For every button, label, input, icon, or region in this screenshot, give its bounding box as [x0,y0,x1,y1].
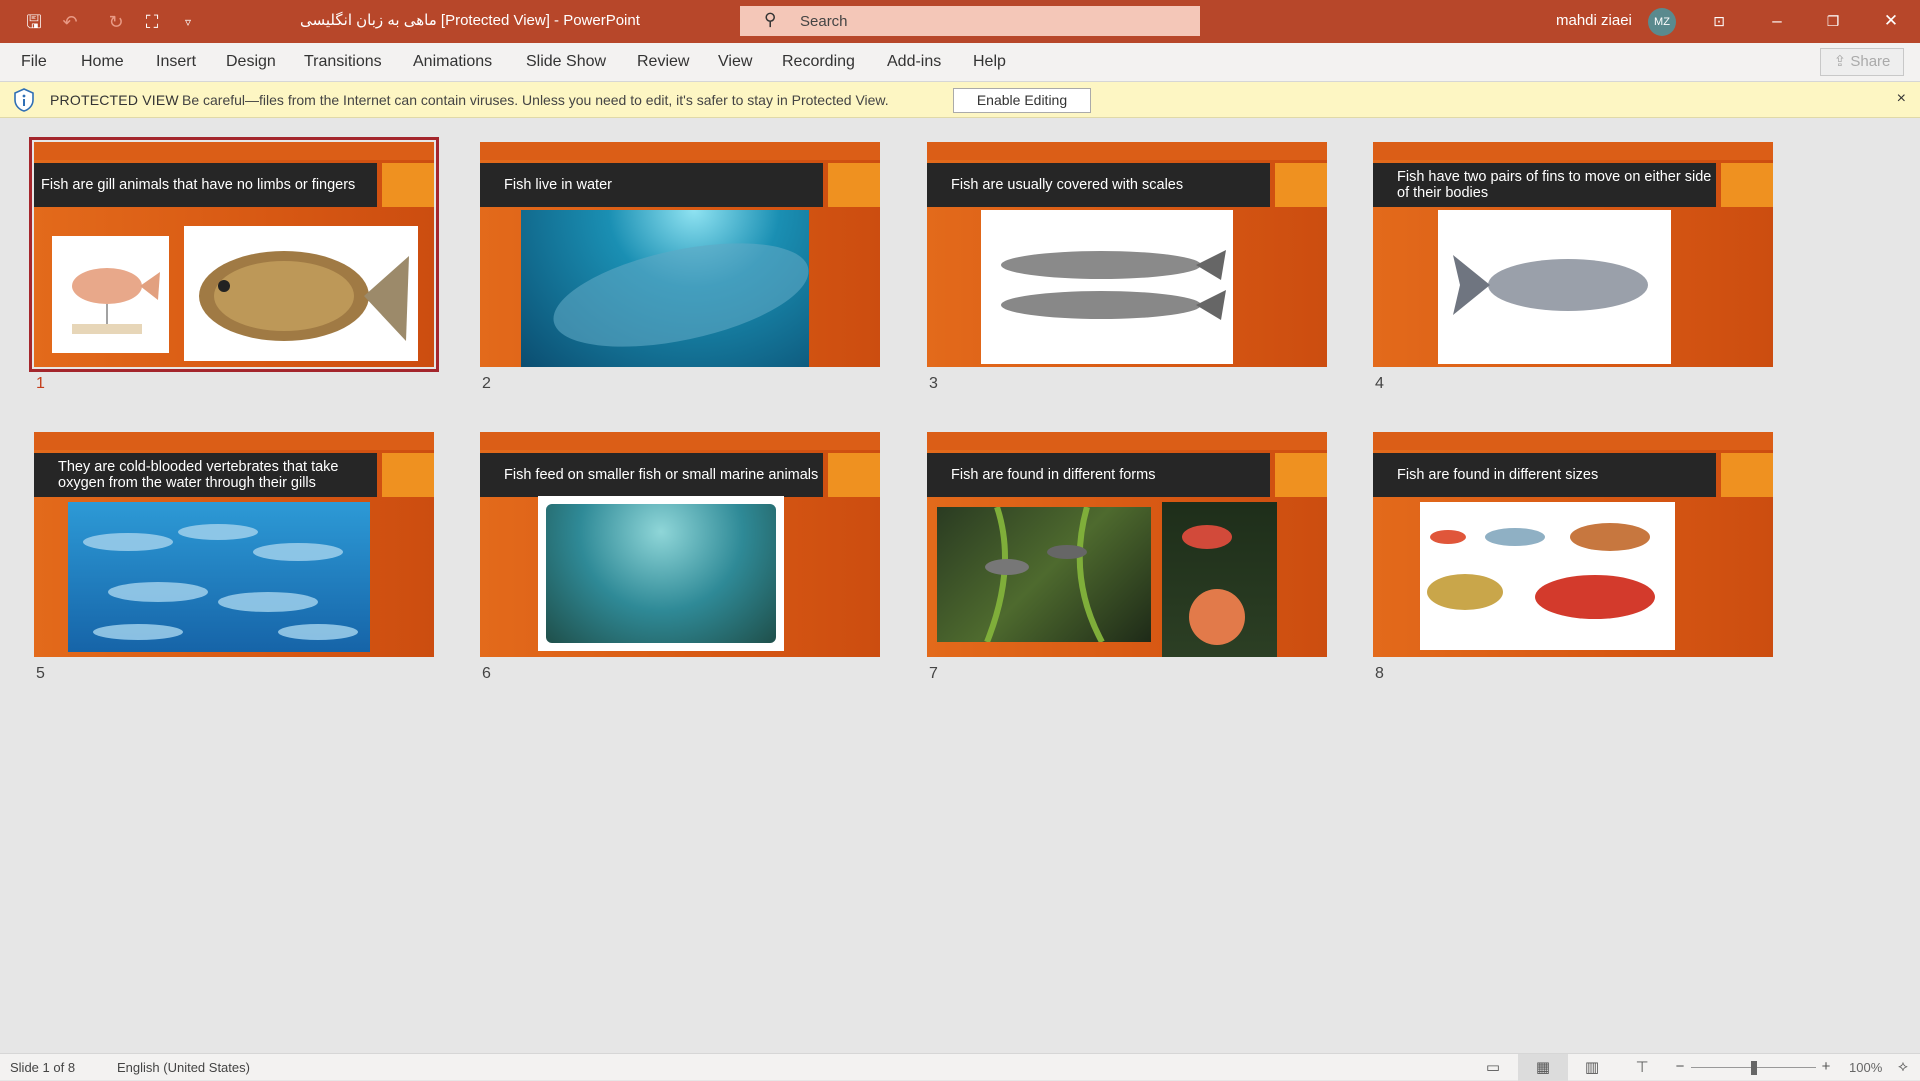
slide-sorter-icon[interactable]: ▦ [1533,1058,1553,1076]
fish-photo-image [184,226,418,361]
tab-transitions[interactable]: Transitions [304,53,382,71]
slide-number: 5 [36,665,45,682]
slide-thumbnail-7[interactable]: Fish are found in different forms [927,432,1327,657]
slide-title: Fish are usually covered with scales [927,163,1270,207]
slide-title: Fish are found in different sizes [1373,453,1716,497]
tab-review[interactable]: Review [637,53,689,71]
close-icon[interactable]: ✕ [1876,8,1906,34]
slide-number: 4 [1375,375,1384,392]
slide-number: 6 [482,665,491,682]
restore-icon[interactable]: ❐ [1818,8,1848,34]
fish-sizes-image [1420,502,1675,650]
present-icon[interactable]: ⛶ [140,10,164,34]
slide-title: Fish are found in different forms [927,453,1270,497]
title-bar: 🖫 ↶ ↻ ⛶ ▿ ماهی به زبان انگلیسی [Protecte… [0,0,1920,43]
colorful-fish-image [1162,502,1277,657]
avatar[interactable]: MZ [1648,8,1676,36]
slide-number: 8 [1375,665,1384,682]
share-icon: ⇪ [1833,53,1851,70]
fit-to-window-icon[interactable]: ⟡ [1893,1058,1913,1076]
tab-add-ins[interactable]: Add-ins [887,53,941,71]
slide-thumbnail-2[interactable]: Fish live in water [480,142,880,367]
zoom-level[interactable]: 100% [1849,1060,1882,1075]
tab-view[interactable]: View [718,53,752,71]
fish-school-underwater-image [521,210,809,367]
slide-thumbnail-1[interactable]: Fish are gill animals that have no limbs… [29,137,439,372]
search-placeholder: Search [800,13,848,30]
close-bar-icon[interactable]: × [1897,90,1906,108]
tab-design[interactable]: Design [226,53,276,71]
user-name[interactable]: mahdi ziaei [1556,12,1632,29]
slide-thumbnail-6[interactable]: Fish feed on smaller fish or small marin… [480,432,880,657]
save-icon[interactable]: 🖫 [22,10,46,34]
reading-view-icon[interactable]: ▥ [1582,1058,1602,1076]
slide-thumbnail-8[interactable]: Fish are found in different sizes [1373,432,1773,657]
tab-insert[interactable]: Insert [156,53,196,71]
slide-title: Fish feed on smaller fish or small marin… [480,453,823,497]
tab-home[interactable]: Home [81,53,124,71]
slide-title: Fish are gill animals that have no limbs… [34,163,377,207]
protected-view-bar: PROTECTED VIEW Be careful—files from the… [0,82,1920,118]
slide-thumbnail-3[interactable]: Fish are usually covered with scales [927,142,1327,367]
tab-animations[interactable]: Animations [413,53,492,71]
slide-title: They are cold-blooded vertebrates that t… [34,453,377,497]
customize-toolbar-icon[interactable]: ▿ [176,10,200,34]
fish-anatomy-model-image [52,236,169,353]
slide-thumbnail-5[interactable]: They are cold-blooded vertebrates that t… [34,432,434,657]
share-button[interactable]: ⇪ Share [1820,48,1904,76]
slide-show-icon[interactable]: ⊤ [1632,1058,1652,1076]
zoom-slider-thumb[interactable] [1751,1061,1757,1075]
slide-number: 3 [929,375,938,392]
slide-title: Fish live in water [480,163,823,207]
tab-recording[interactable]: Recording [782,53,855,71]
slide-counter: Slide 1 of 8 [10,1060,76,1075]
zoom-in-icon[interactable]: + [1816,1058,1836,1076]
coral-reef-image [538,496,784,651]
share-label: Share [1850,53,1891,70]
protected-view-message: Be careful—files from the Internet can c… [182,92,889,108]
enable-editing-button[interactable]: Enable Editing [953,88,1091,113]
minimize-icon[interactable]: – [1762,8,1792,34]
slide-number: 7 [929,665,938,682]
slide-number: 1 [36,375,45,392]
undo-icon[interactable]: ↶ [58,10,82,34]
ribbon-display-icon[interactable]: ⊡ [1704,8,1734,34]
tab-help[interactable]: Help [973,53,1006,71]
language-indicator[interactable]: English (United States) [117,1060,250,1075]
tab-slide-show[interactable]: Slide Show [526,53,606,71]
tab-file[interactable]: File [21,53,47,71]
redo-icon[interactable]: ↻ [104,10,128,34]
slide-thumbnail-4[interactable]: Fish have two pairs of fins to move on e… [1373,142,1773,367]
search-icon: ⚲ [764,10,777,29]
zoom-out-icon[interactable]: − [1670,1058,1690,1076]
status-bar: Slide 1 of 8 English (United States) ▭ ▦… [0,1053,1920,1081]
scaled-fish-image [981,210,1233,364]
shield-info-icon [14,88,34,112]
search-box[interactable]: ⚲ Search [740,6,1200,36]
document-title: ماهی به زبان انگلیسی [Protected View] - … [300,12,640,29]
normal-view-icon[interactable]: ▭ [1483,1058,1503,1076]
slide-number: 2 [482,375,491,392]
fish-fins-image [1438,210,1671,364]
aquarium-fish-image [937,507,1151,642]
tuna-school-image [68,502,370,652]
slide-title: Fish have two pairs of fins to move on e… [1373,163,1716,207]
ribbon-tabs: File Home Insert Design Transitions Anim… [0,43,1920,82]
protected-view-label: PROTECTED VIEW [50,92,179,108]
